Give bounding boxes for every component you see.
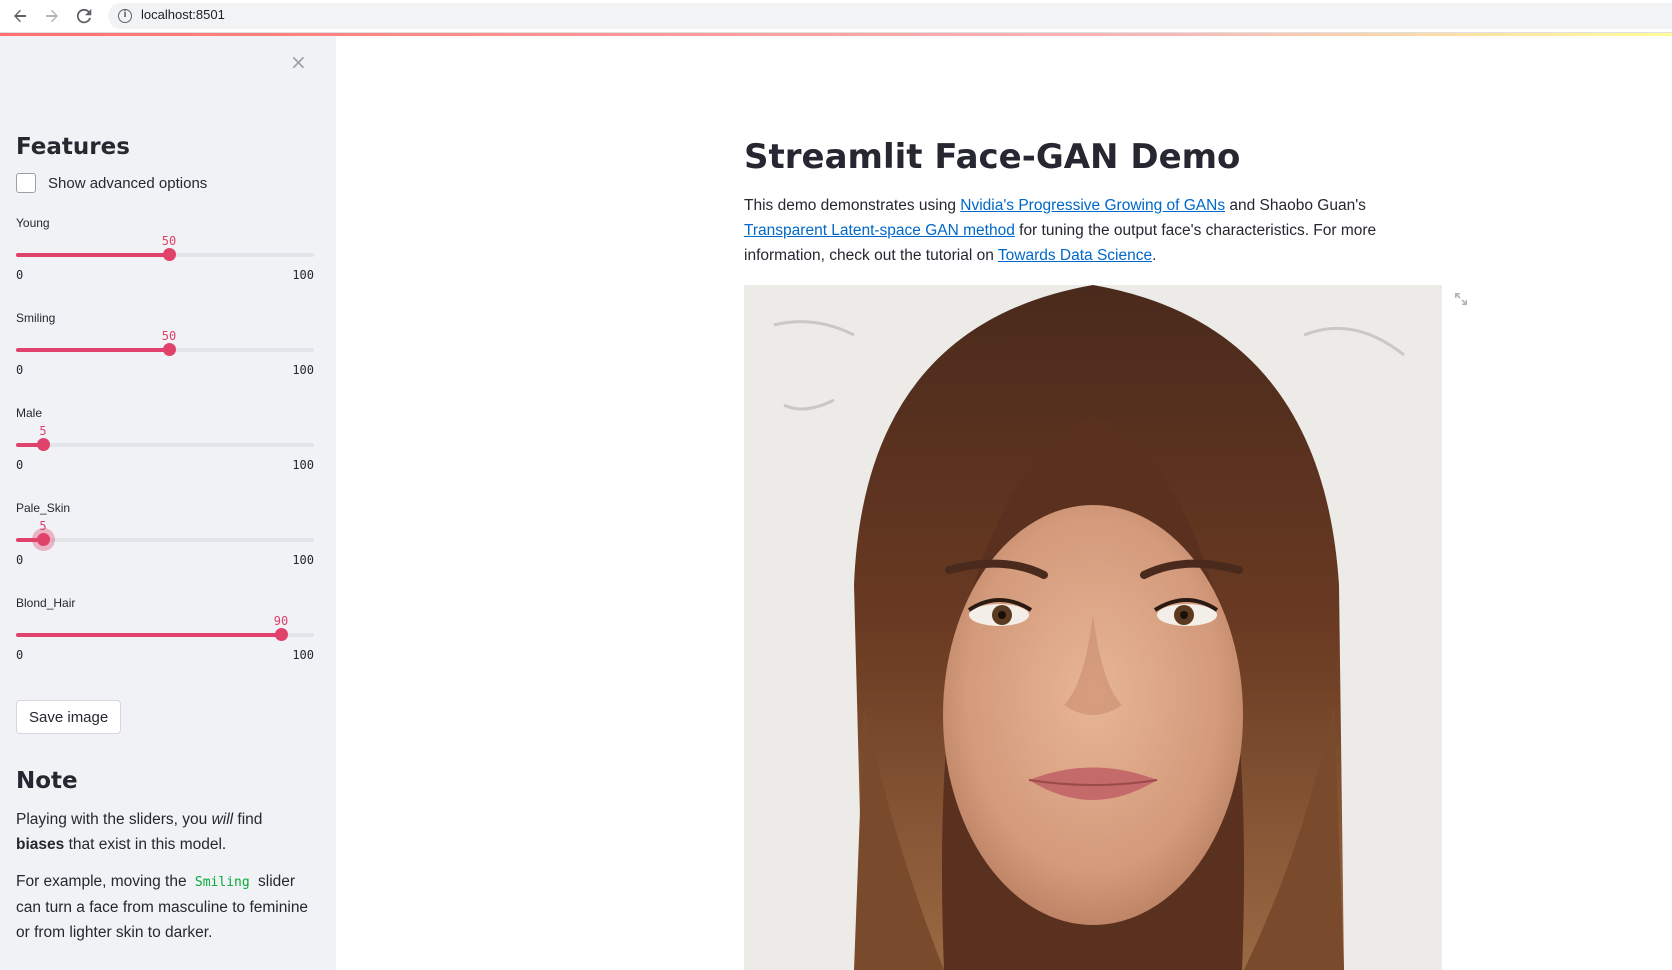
link-nvidia-progressive-gans[interactable]: Nvidia's Progressive Growing of GANs xyxy=(960,197,1225,214)
face-illustration xyxy=(744,285,1442,970)
slider-value: 5 xyxy=(39,519,47,533)
back-arrow-icon[interactable] xyxy=(8,4,32,28)
note-paragraph-2: For example, moving the Smiling slider c… xyxy=(16,873,309,941)
slider-max: 100 xyxy=(292,648,314,662)
slider-track[interactable] xyxy=(16,628,314,641)
slider-max: 100 xyxy=(292,363,314,377)
address-bar[interactable]: i localhost:8501 xyxy=(108,3,1672,29)
slider-min: 0 xyxy=(16,648,24,662)
slider-thumb[interactable] xyxy=(37,438,50,451)
page-title: Streamlit Face-GAN Demo xyxy=(744,137,1241,177)
intro-paragraph: This demo demonstrates using Nvidia's Pr… xyxy=(744,197,1377,264)
save-image-button[interactable]: Save image xyxy=(16,700,122,734)
slider-max: 100 xyxy=(292,458,314,472)
slider-max: 100 xyxy=(292,553,314,567)
sidebar: × Features Show advanced options Young 5… xyxy=(0,36,336,970)
slider-track[interactable] xyxy=(16,248,314,261)
slider-label: Smiling xyxy=(16,311,56,325)
slider-min: 0 xyxy=(16,268,24,282)
emphasis-will: will xyxy=(211,811,234,828)
checkbox-label: Show advanced options xyxy=(48,174,208,192)
strong-biases: biases xyxy=(16,836,65,853)
info-icon[interactable]: i xyxy=(118,9,132,23)
slider-min: 0 xyxy=(16,363,24,377)
slider-fill xyxy=(16,348,169,352)
close-sidebar-icon[interactable]: × xyxy=(290,52,307,72)
forward-arrow-icon[interactable] xyxy=(40,4,64,28)
slider-value: 5 xyxy=(39,424,47,438)
slider-max: 100 xyxy=(292,268,314,282)
slider-track[interactable] xyxy=(16,533,314,546)
browser-toolbar: i localhost:8501 xyxy=(0,0,1672,33)
link-transparent-latent-gan[interactable]: Transparent Latent-space GAN method xyxy=(744,222,1015,239)
slider-thumb[interactable] xyxy=(275,628,288,641)
url-text: localhost:8501 xyxy=(141,7,225,22)
advanced-options-checkbox[interactable]: Show advanced options xyxy=(16,173,207,193)
slider-label: Male xyxy=(16,406,43,420)
note-paragraph-1: Playing with the sliders, you will find … xyxy=(16,811,263,853)
slider-label: Pale_Skin xyxy=(16,501,71,515)
note-heading: Note xyxy=(16,768,78,794)
link-towards-data-science[interactable]: Towards Data Science xyxy=(998,247,1152,264)
slider-fill xyxy=(16,253,169,257)
slider-thumb[interactable] xyxy=(163,248,176,261)
slider-male[interactable]: Male 5 0 100 xyxy=(16,406,314,486)
slider-min: 0 xyxy=(16,553,24,567)
slider-thumb[interactable] xyxy=(163,343,176,356)
slider-track[interactable] xyxy=(16,438,314,451)
slider-track[interactable] xyxy=(16,343,314,356)
slider-value: 50 xyxy=(161,234,177,248)
code-smiling: Smiling xyxy=(190,875,254,890)
slider-blond-hair[interactable]: Blond_Hair 90 0 100 xyxy=(16,596,314,676)
slider-thumb[interactable] xyxy=(37,533,50,546)
slider-value: 90 xyxy=(273,614,289,628)
slider-min: 0 xyxy=(16,458,24,472)
slider-label: Young xyxy=(16,216,50,230)
slider-fill xyxy=(16,633,281,637)
fullscreen-expand-icon[interactable] xyxy=(1452,290,1470,308)
generated-face-image xyxy=(744,285,1442,970)
checkbox-box[interactable] xyxy=(16,173,36,193)
slider-young[interactable]: Young 50 0 100 xyxy=(16,216,314,296)
reload-icon[interactable] xyxy=(72,4,96,28)
slider-smiling[interactable]: Smiling 50 0 100 xyxy=(16,311,314,391)
slider-label: Blond_Hair xyxy=(16,596,76,610)
slider-value: 50 xyxy=(161,329,177,343)
slider-pale-skin[interactable]: Pale_Skin 5 0 100 xyxy=(16,501,314,581)
features-heading: Features xyxy=(16,134,130,160)
